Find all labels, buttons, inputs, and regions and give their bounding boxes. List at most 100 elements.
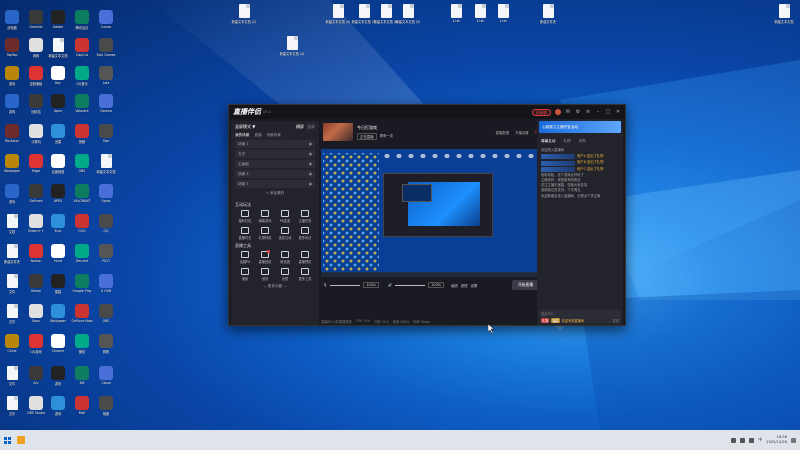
lucky-bag-badge[interactable]: 福袋 xyxy=(551,318,560,323)
scene-item[interactable]: 主画面 ◉ xyxy=(235,160,315,168)
desktop-app-icon[interactable]: Steam++ xyxy=(25,214,47,242)
chat-list[interactable]: 欢迎进入直播间 用户A 送出了礼物 用户B 送出了礼物 用户C 送出了礼物 哈哈哈哈，这… xyxy=(537,148,623,199)
desktop-app-icon[interactable]: Adobe xyxy=(47,10,69,38)
desktop-app-icon[interactable]: Epic Games xyxy=(95,38,117,66)
speaker-slider[interactable] xyxy=(395,284,426,286)
desktop-app-icon[interactable]: TapTap xyxy=(1,38,23,66)
desktop-app-icon[interactable]: 游戏 xyxy=(1,94,23,122)
desktop-app-icon[interactable]: OBS Studio xyxy=(25,396,47,424)
desktop-app-icon[interactable]: Garena xyxy=(95,94,117,122)
desktop-app-icon[interactable]: QQ音乐 xyxy=(71,66,93,94)
desktop-app-icon[interactable]: Hunt xyxy=(47,244,69,272)
stream-cover-thumbnail[interactable] xyxy=(323,123,353,141)
tool-button[interactable]: 直播回放 xyxy=(255,250,275,264)
filter-button[interactable]: 滤镜 xyxy=(461,283,468,288)
desktop-app-icon[interactable]: 游戏 xyxy=(47,396,69,424)
desktop-app-icon[interactable]: 新建文本文档 xyxy=(95,154,117,182)
app-titlebar[interactable]: 直播伴侣 v7.x 去获取 ✉ ⚙ ≡ – □ ✕ xyxy=(229,105,625,119)
desktop-app-icon[interactable]: 百度网盘 xyxy=(47,154,69,182)
desktop-app-icon[interactable]: Xbox xyxy=(25,304,47,332)
stream-tag[interactable]: 再来一次 xyxy=(380,133,394,140)
eye-icon[interactable]: ◉ xyxy=(309,152,312,156)
tool-button[interactable]: 弹幕游戏 xyxy=(255,210,275,223)
desktop-app-icon[interactable]: Cursor xyxy=(95,10,117,38)
scene-item[interactable]: 场景 1 ◉ xyxy=(235,140,315,148)
headline-pill[interactable]: 去获取 xyxy=(531,108,551,116)
desktop-app-icon[interactable]: 游戏 xyxy=(1,66,23,94)
desktop-app-icon[interactable]: Cloud xyxy=(95,366,117,394)
desktop-app-icon[interactable]: 游戏 xyxy=(1,184,23,212)
desktop-app-icon[interactable]: 文件 xyxy=(1,274,23,302)
avatar-icon[interactable] xyxy=(555,109,561,115)
tool-button[interactable]: 滤镜 xyxy=(275,268,295,281)
live-companion-window[interactable]: 直播伴侣 v7.x 去获取 ✉ ⚙ ≡ – □ ✕ 竖屏模式 ▼ 横屏 竖屏 我… xyxy=(228,104,626,326)
desktop-app-icon[interactable]: 文件 xyxy=(1,396,23,424)
event-banner[interactable]: 心跳魔力主播夺宝活动 xyxy=(539,121,621,133)
desktop-app-icon[interactable]: Lala xyxy=(95,66,117,94)
desktop-app-icon[interactable]: OBS xyxy=(71,154,93,182)
settings-button[interactable]: 设置 xyxy=(471,283,478,288)
desktop-app-icon[interactable]: GeForce xyxy=(25,184,47,212)
tab-danmaku[interactable]: 弹幕互动 xyxy=(541,139,555,144)
add-source-button[interactable]: + 添加素材 xyxy=(231,191,319,196)
maximize-icon[interactable]: □ xyxy=(605,109,611,115)
notification-icon[interactable] xyxy=(791,437,796,443)
close-icon[interactable]: ✕ xyxy=(615,109,621,115)
desktop-file-icon[interactable]: 1.txt xyxy=(468,4,492,23)
tool-button[interactable]: 连麦互动 xyxy=(275,227,295,240)
desktop-app-icon[interactable]: Mail xyxy=(71,396,93,424)
desktop-app-icon[interactable]: QQ游戏 xyxy=(25,334,47,362)
tool-button[interactable]: 音效 xyxy=(255,268,275,281)
desktop-app-icon[interactable]: 回收站 xyxy=(25,94,47,122)
gift-badge[interactable]: 礼物 xyxy=(541,318,550,323)
tool-button[interactable]: 直播预告 xyxy=(295,251,315,264)
desktop-file-icon[interactable]: 新建文本文档 (5) xyxy=(396,4,420,24)
desktop-app-icon[interactable]: 新建文本文档 xyxy=(47,38,69,66)
tab-my-scenes[interactable]: 我的场景 xyxy=(235,133,249,138)
tool-button[interactable]: 更多工具 xyxy=(295,268,315,281)
eye-icon[interactable]: ◉ xyxy=(309,182,312,186)
start-live-button[interactable]: 开始直播 xyxy=(511,280,539,290)
eye-icon[interactable]: ◉ xyxy=(309,142,312,146)
desktop-app-icon[interactable]: 计算机 xyxy=(25,124,47,152)
desktop-file-icon[interactable]: 新建文本文档 (3) xyxy=(352,4,376,24)
desktop-app-icon[interactable]: G HUB xyxy=(95,274,117,302)
eye-icon[interactable]: ◉ xyxy=(309,162,312,166)
tool-button[interactable]: 礼物特效 xyxy=(255,227,275,240)
desktop-file-icon[interactable]: 新建文本文档 xyxy=(772,4,796,24)
eye-icon[interactable]: ◉ xyxy=(309,172,312,176)
desktop-app-icon[interactable]: Wallpaper xyxy=(1,154,23,182)
chevron-up-icon[interactable] xyxy=(731,437,737,443)
tool-button[interactable]: 直播时长 xyxy=(235,227,255,240)
desktop-app-icon[interactable]: 微信 xyxy=(71,334,93,362)
stream-title[interactable]: 今日打游戏 xyxy=(357,125,393,131)
tool-button[interactable]: PK连麦 xyxy=(275,210,295,223)
desktop-app-icon[interactable]: Epic xyxy=(47,214,69,242)
send-button[interactable]: 发送 xyxy=(613,318,619,323)
desktop-app-icon[interactable]: 猫猫 xyxy=(47,274,69,302)
desktop-app-icon[interactable]: Genshin xyxy=(25,10,47,38)
desktop-app-icon[interactable]: Edge xyxy=(25,154,47,182)
mode-tag-portrait[interactable]: 竖屏 xyxy=(307,124,315,130)
desktop-app-icon[interactable]: 新建文件夹 xyxy=(1,244,23,272)
desktop-app-icon[interactable]: Norton xyxy=(25,244,47,272)
desktop-app-icon[interactable]: 此电脑 xyxy=(1,10,23,38)
desktop-app-icon[interactable]: CapCut xyxy=(71,38,93,66)
message-icon[interactable]: ✉ xyxy=(565,109,571,115)
desktop-app-icon[interactable]: Steam xyxy=(25,274,47,302)
tool-button[interactable]: 话题PK xyxy=(235,251,255,264)
tool-button[interactable]: 美颜 xyxy=(235,268,255,281)
stream-data-link[interactable]: 直播数据 xyxy=(496,130,510,135)
stream-settings-link[interactable]: 开播设置 xyxy=(515,130,529,135)
desktop-file-icon[interactable]: 新建文本文档 (6) xyxy=(374,4,398,24)
desktop-app-icon[interactable]: 控制面板 xyxy=(25,66,47,94)
input-language[interactable]: 中 xyxy=(758,437,762,443)
desktop-app-icon[interactable]: 狗狗 xyxy=(95,334,117,362)
desktop-app-icon[interactable]: Apex xyxy=(47,94,69,122)
desktop-app-icon[interactable]: Bili xyxy=(71,366,93,394)
desktop-file-icon[interactable]: 新建文本文档 (4) xyxy=(280,36,304,56)
tab-vip[interactable]: 贵宾 xyxy=(579,139,586,144)
scene-item[interactable]: 文字 ◉ xyxy=(235,150,315,158)
tab-live[interactable]: 直播 xyxy=(254,133,261,138)
desktop-file-icon[interactable]: 新建文本文档 (4) xyxy=(326,4,350,24)
